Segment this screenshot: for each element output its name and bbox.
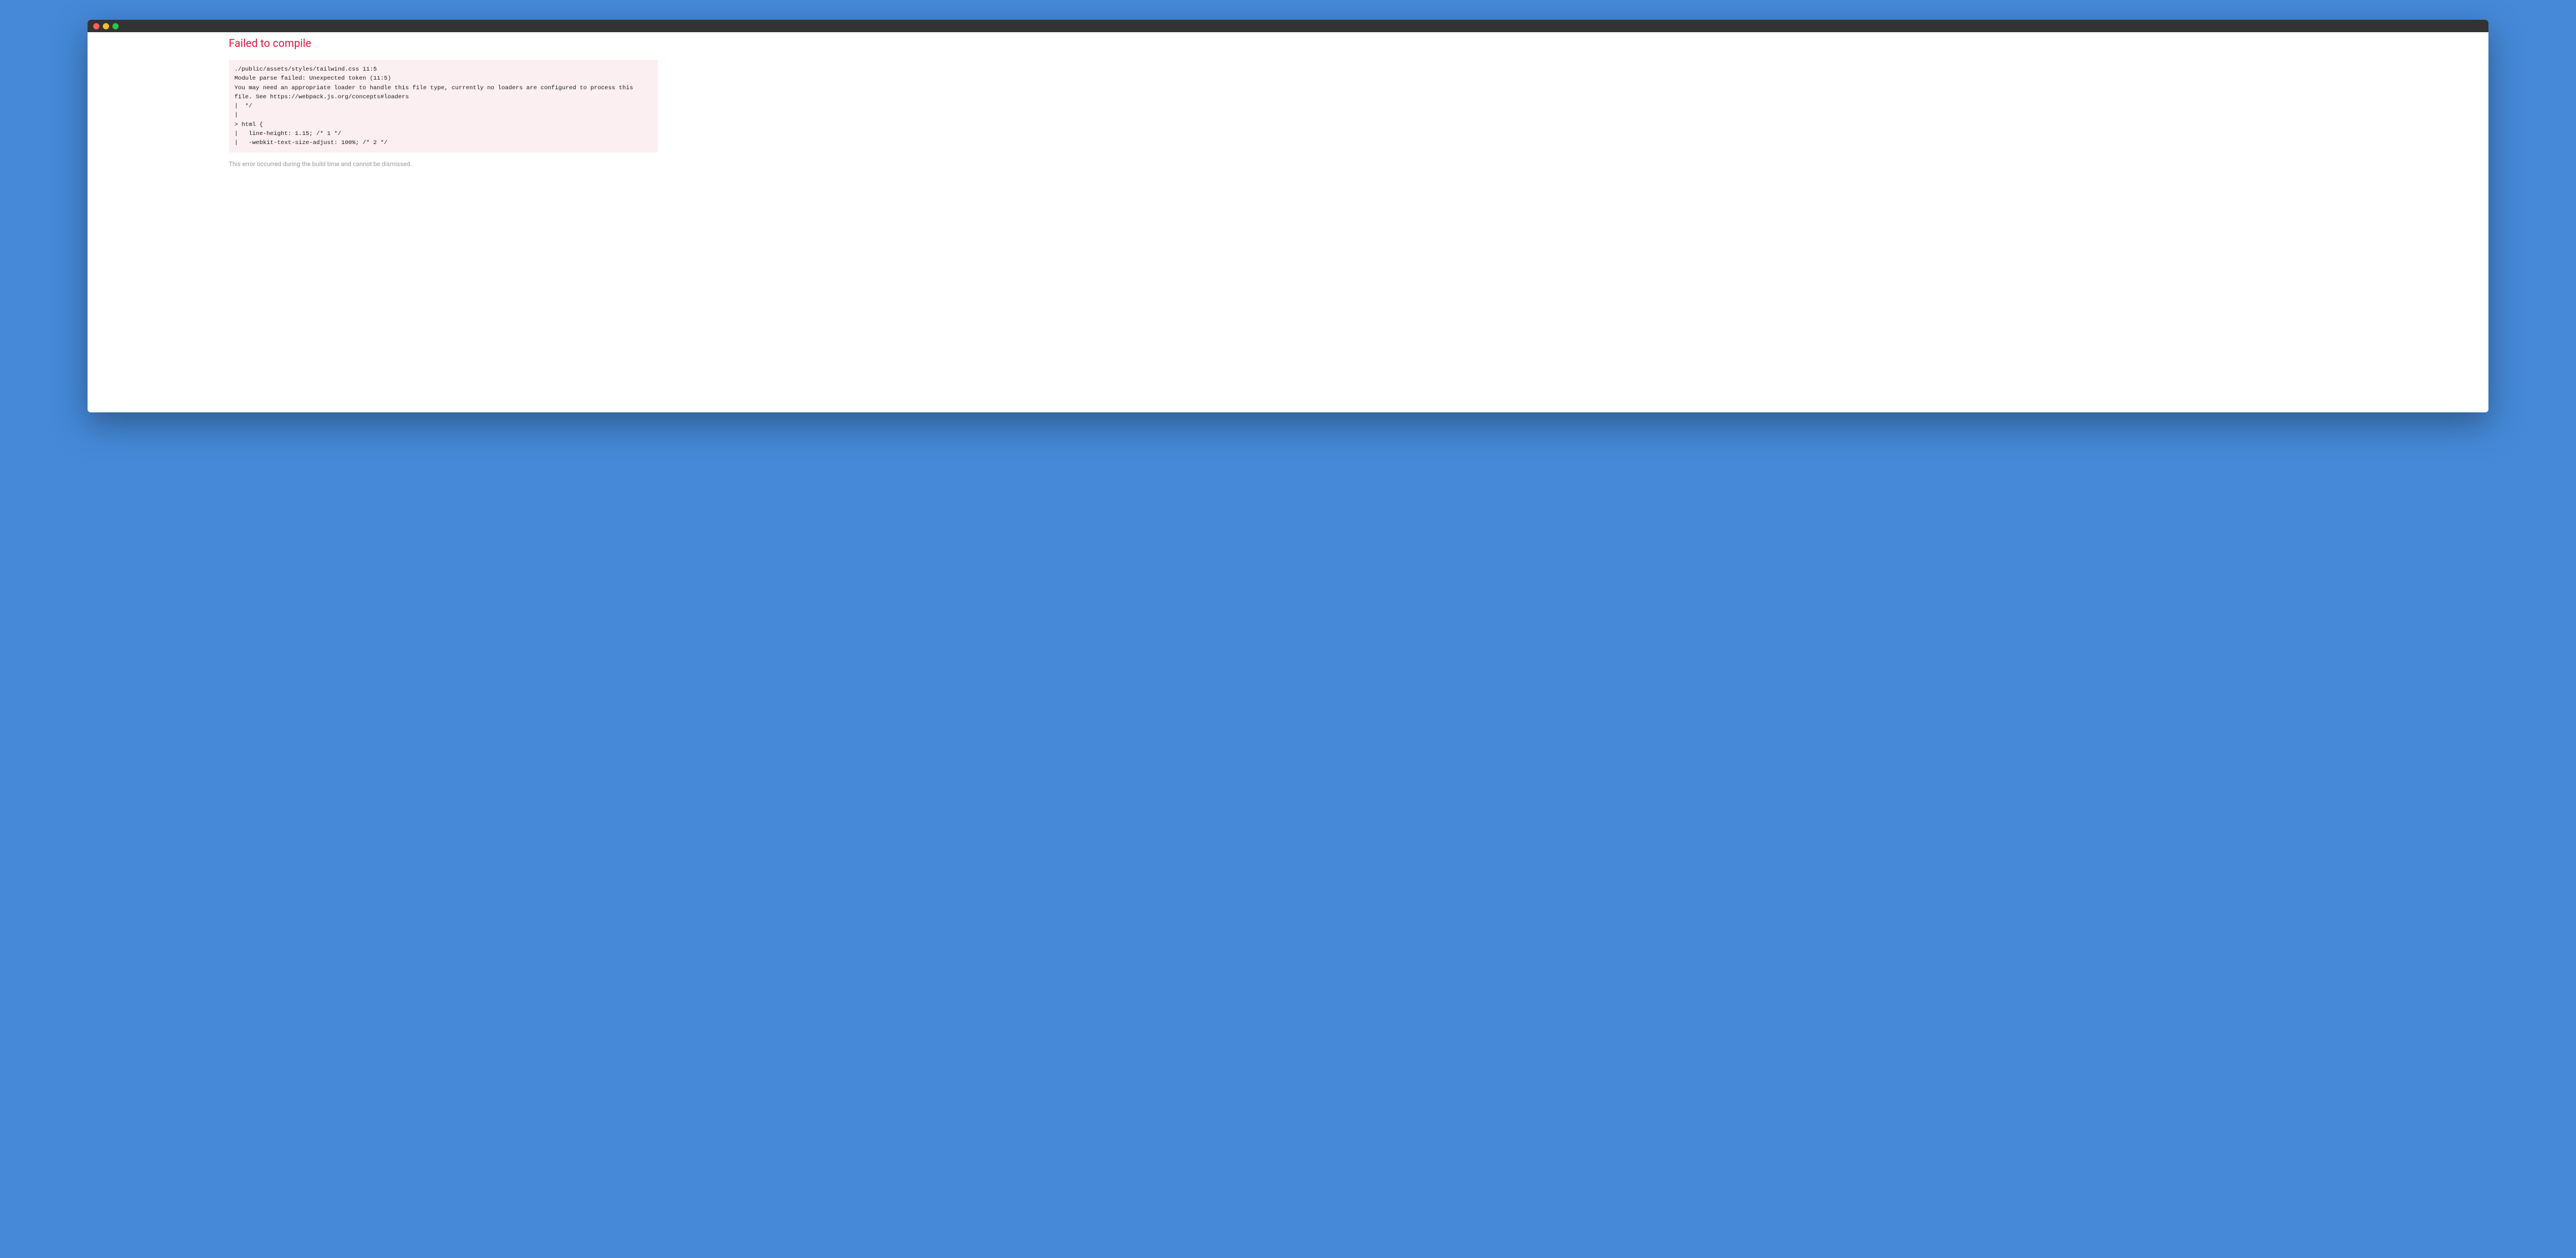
close-icon[interactable]	[93, 23, 99, 29]
page-content: Failed to compile ./public/assets/styles…	[88, 32, 2488, 412]
browser-window: Failed to compile ./public/assets/styles…	[88, 20, 2488, 412]
error-message: ./public/assets/styles/tailwind.css 11:5…	[229, 60, 658, 153]
error-footer-note: This error occurred during the build tim…	[229, 160, 658, 168]
minimize-icon[interactable]	[103, 23, 109, 29]
error-overlay: Failed to compile ./public/assets/styles…	[229, 37, 658, 168]
error-title: Failed to compile	[229, 37, 658, 50]
window-titlebar	[88, 20, 2488, 32]
maximize-icon[interactable]	[112, 23, 119, 29]
